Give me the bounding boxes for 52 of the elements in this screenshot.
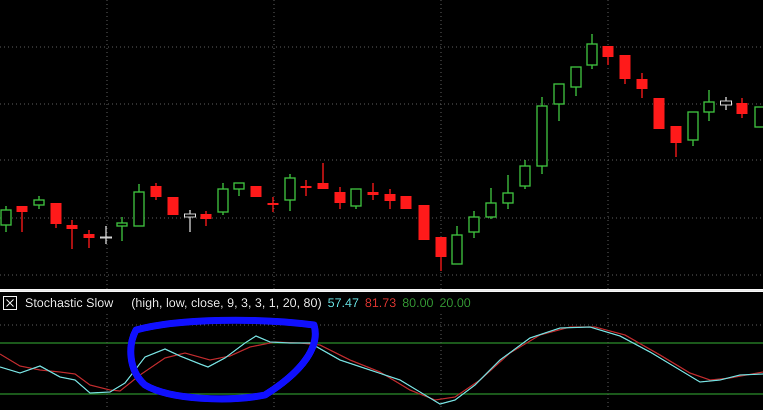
candlestick (184, 210, 196, 232)
close-icon[interactable] (3, 296, 17, 310)
candlestick (100, 226, 112, 244)
candlestick (150, 183, 162, 200)
candlestick (687, 111, 699, 146)
candlestick (553, 83, 565, 121)
indicator-value: 81.73 (364, 294, 396, 312)
candlestick (350, 188, 362, 209)
candlestick (570, 66, 582, 96)
indicator-parameters: (high, low, close, 9, 3, 3, 1, 20, 80) (131, 294, 322, 312)
indicator-value: 80.00 (402, 294, 434, 312)
candlestick (654, 98, 664, 129)
candlestick (50, 203, 62, 228)
candlestick (368, 183, 378, 200)
candlestick (468, 211, 480, 238)
candlestick (586, 34, 598, 69)
candlestick (384, 189, 396, 209)
candlestick (318, 163, 328, 189)
candlestick (703, 90, 715, 121)
candlestick (736, 98, 748, 118)
candlestick (754, 106, 763, 128)
candlestick (620, 55, 630, 84)
candlestick (670, 126, 682, 157)
candlestick (133, 184, 145, 227)
candlestick (268, 197, 278, 212)
candlestick (16, 206, 28, 232)
candlestick (168, 197, 178, 215)
candlestick (334, 187, 346, 209)
indicator-value: 20.00 (439, 294, 471, 312)
candlestick (66, 220, 78, 249)
candlestick (451, 226, 463, 265)
candlestick (217, 183, 229, 215)
candlestick (116, 217, 128, 241)
candlestick (84, 230, 94, 248)
candlestick (250, 186, 262, 197)
candlestick (418, 205, 430, 240)
candlestick (485, 188, 497, 219)
candlestick (519, 160, 531, 189)
candlestick (602, 46, 614, 65)
candlestick (200, 211, 212, 226)
candlestick (720, 97, 732, 110)
candlestick (400, 196, 412, 209)
candlestick (33, 196, 45, 209)
candlestick (436, 237, 446, 271)
indicator-value: 57.47 (328, 294, 359, 312)
candlestick (502, 175, 514, 209)
candlestick (284, 174, 296, 211)
candlestick (636, 73, 648, 98)
candlestick (300, 180, 312, 196)
indicator-name: Stochastic Slow (25, 294, 114, 312)
candlestick (233, 182, 245, 196)
candlestick (0, 206, 12, 232)
